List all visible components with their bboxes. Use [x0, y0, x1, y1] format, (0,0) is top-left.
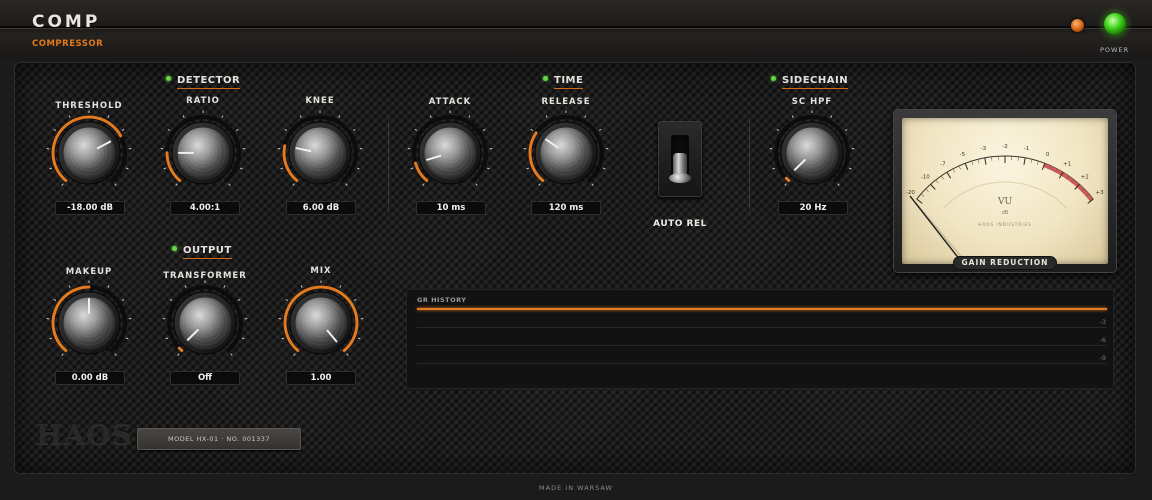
- sc-hpf-knob[interactable]: [767, 108, 857, 198]
- attack-label: ATTACK: [428, 97, 472, 107]
- sc-hpf-label: SC HPF: [791, 97, 833, 107]
- vu-tick: [1023, 157, 1026, 165]
- knee-label: KNEE: [305, 96, 335, 106]
- transformer-label: TRANSFORMER: [163, 271, 247, 281]
- divider: [388, 112, 389, 220]
- vu-scale-label: -3: [981, 146, 987, 152]
- section-detector: DETECTOR: [166, 75, 241, 89]
- gr-history-trace: [417, 308, 1107, 310]
- transformer-knob-graphic: [162, 280, 248, 356]
- gr-tick-label: -9: [1099, 354, 1106, 362]
- vu-scale-label: 0: [1046, 152, 1050, 158]
- makeup-knob[interactable]: [44, 278, 134, 368]
- plugin-window: COMP COMPRESSOR POWER DETECTOR TIME SIDE…: [0, 0, 1152, 500]
- section-output: OUTPUT: [172, 245, 232, 259]
- sc-hpf-value[interactable]: 20 Hz: [778, 201, 848, 215]
- ratio-label: RATIO: [186, 96, 220, 106]
- transformer-value[interactable]: Off: [170, 371, 240, 385]
- auto-release-toggle[interactable]: [658, 121, 702, 197]
- vu-scale-label: -5: [960, 152, 966, 158]
- release-value[interactable]: 120 ms: [531, 201, 601, 215]
- vu-meter-dial: -20-10-7-5-3 -2 -10+1+2+3VUdBHAOS INDUSTRI…: [906, 144, 1105, 261]
- gr-history-title: GR HISTORY: [417, 296, 467, 304]
- vu-tick: [946, 171, 952, 179]
- gr-history-panel: GR HISTORY -3 -6 -9: [406, 289, 1114, 389]
- header-bar: COMP COMPRESSOR POWER: [0, 0, 1152, 60]
- knee-knob[interactable]: [275, 108, 365, 198]
- vu-scale-label: -1: [1024, 146, 1029, 152]
- attack-knob-graphic: [407, 110, 493, 186]
- vu-meter: -20 -10 -7 -5 -3 -2 -1 0 +1 +2 +3 VU dB HAOS INDUSTRI…: [894, 110, 1116, 272]
- knee-value[interactable]: 6.00 dB: [286, 201, 356, 215]
- vu-tick: [984, 157, 987, 165]
- gain-reduction-badge: GAIN REDUCTION: [954, 257, 1056, 269]
- brand-logo: HAOS: [36, 418, 133, 451]
- threshold-value[interactable]: -18.00 dB: [55, 201, 125, 215]
- mix-value[interactable]: 1.00: [286, 371, 356, 385]
- vu-unit-label: VU: [997, 197, 1012, 207]
- attack-value[interactable]: 10 ms: [416, 201, 486, 215]
- mix-knob[interactable]: [276, 278, 366, 368]
- release-label: RELEASE: [541, 97, 591, 107]
- release-knob-graphic: [523, 110, 609, 186]
- power-label: POWER: [1100, 46, 1130, 54]
- vu-brand-label: HAOS INDUSTRIES: [978, 222, 1032, 227]
- vu-tick: [916, 198, 923, 204]
- makeup-value[interactable]: 0.00 dB: [55, 371, 125, 385]
- section-time: TIME: [543, 75, 584, 89]
- vu-scale-label: -20: [906, 190, 915, 196]
- ratio-knob-graphic: [160, 110, 246, 186]
- vu-meter-face: -20 -10 -7 -5 -3 -2 -1 0 +1 +2 +3 VU dB HAOS INDUSTRI…: [902, 118, 1108, 264]
- threshold-label: THRESHOLD: [55, 101, 123, 111]
- transformer-knob[interactable]: [160, 278, 250, 368]
- knee-knob-graphic: [277, 110, 363, 186]
- gr-tick-label: -6: [1099, 336, 1106, 344]
- threshold-knob-graphic: [46, 110, 132, 186]
- model-plate: MODEL HX-01 · NO. 001337: [137, 428, 301, 450]
- vu-scale-label: +3: [1096, 190, 1105, 196]
- vu-tick: [964, 163, 969, 171]
- mix-label: MIX: [310, 266, 332, 276]
- vu-scale-label: -2: [1002, 144, 1007, 150]
- makeup-knob-graphic: [46, 280, 132, 356]
- auto-release-label: AUTO REL: [653, 219, 707, 229]
- ratio-knob[interactable]: [158, 108, 248, 198]
- divider: [749, 112, 750, 220]
- status-led: [1071, 19, 1084, 32]
- section-sidechain: SIDECHAIN: [771, 75, 849, 89]
- vu-scale-label: -10: [921, 174, 930, 180]
- sc-hpf-knob-graphic: [769, 110, 855, 186]
- mix-knob-graphic: [278, 280, 364, 356]
- attack-knob[interactable]: [405, 108, 495, 198]
- ratio-value[interactable]: 4.00:1: [170, 201, 240, 215]
- gr-tick-label: -3: [1099, 318, 1106, 326]
- vu-scale-label: -7: [940, 161, 946, 167]
- vu-tick: [930, 183, 936, 190]
- threshold-knob[interactable]: [44, 108, 134, 198]
- release-knob[interactable]: [521, 108, 611, 198]
- vu-scale-label: +1: [1063, 161, 1071, 167]
- made-in-label: MADE IN WARSAW: [539, 484, 613, 492]
- makeup-label: MAKEUP: [65, 267, 113, 277]
- vu-db-label: dB: [1002, 210, 1009, 216]
- plugin-title: COMP: [32, 12, 101, 32]
- power-button[interactable]: [1104, 13, 1126, 35]
- vu-scale-label: +2: [1081, 174, 1089, 180]
- plugin-subtitle: COMPRESSOR: [32, 39, 104, 49]
